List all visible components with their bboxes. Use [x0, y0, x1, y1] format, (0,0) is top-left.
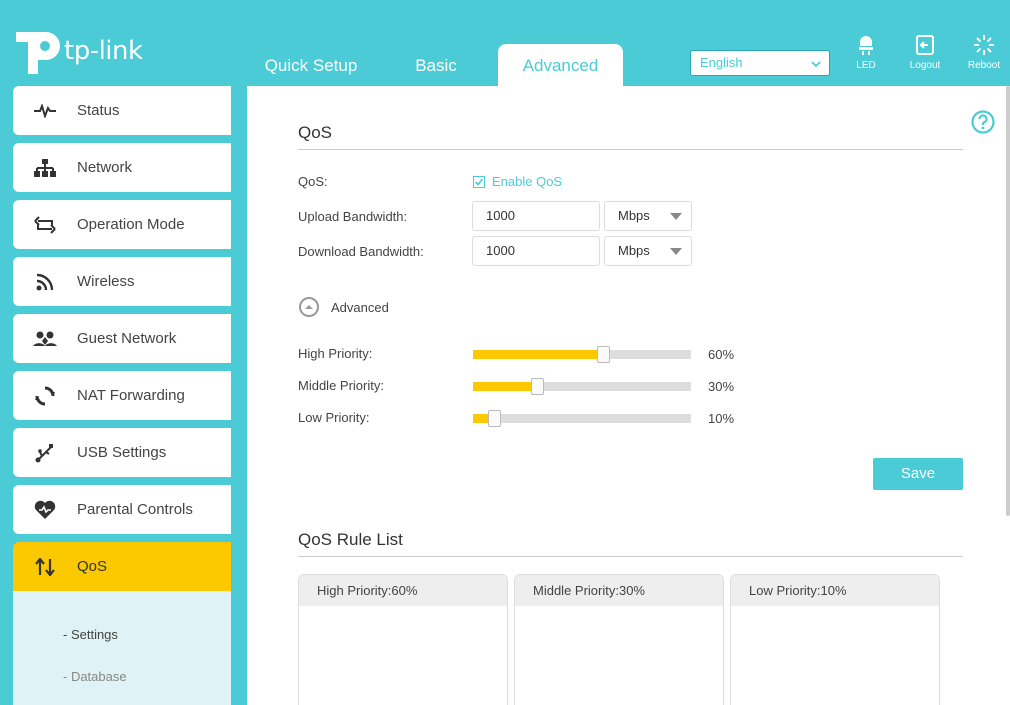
nat-forwarding-icon [13, 386, 77, 406]
enable-qos-checkbox[interactable]: Enable QoS [473, 174, 562, 189]
logo-text: tp-link [64, 36, 143, 66]
qos-label: QoS: [298, 174, 328, 189]
slider-handle[interactable] [597, 346, 610, 363]
slider-fill [473, 350, 604, 359]
upload-unit-value: Mbps [618, 208, 650, 223]
language-select[interactable]: English [690, 50, 830, 76]
help-icon[interactable] [971, 110, 995, 134]
tab-advanced[interactable]: Advanced [498, 44, 623, 86]
reboot-label: Reboot [967, 60, 1001, 71]
chevron-up-icon [299, 297, 319, 317]
panel-header: High Priority:60% [299, 575, 507, 606]
led-icon [859, 36, 873, 55]
middle-priority-slider[interactable] [473, 378, 691, 395]
middle-priority-panel: Middle Priority:30% [514, 574, 724, 705]
check-icon [474, 177, 484, 186]
sidebar-item-label: USB Settings [77, 444, 167, 461]
language-value: English [700, 55, 743, 70]
sidebar-item-label: Wireless [77, 273, 135, 290]
sidebar-item-label: Parental Controls [77, 501, 193, 518]
tab-quick-setup[interactable]: Quick Setup [250, 44, 372, 86]
sidebar-item-parental-controls[interactable]: Parental Controls [13, 485, 231, 534]
wireless-icon [13, 273, 77, 291]
high-priority-value: 60% [708, 347, 735, 362]
sidebar-item-qos[interactable]: QoS [13, 542, 231, 591]
sidebar-item-label: Status [77, 102, 120, 119]
download-bandwidth-label: Download Bandwidth: [298, 244, 424, 259]
slider-fill [473, 382, 538, 391]
logout-label: Logout [909, 60, 941, 71]
tab-basic[interactable]: Basic [398, 44, 474, 86]
low-priority-value: 10% [708, 411, 735, 426]
advanced-toggle[interactable]: Advanced [299, 297, 389, 317]
advanced-label: Advanced [331, 299, 389, 315]
submenu-item-settings[interactable]: - Settings [63, 627, 118, 642]
download-unit-select[interactable]: Mbps [604, 236, 692, 266]
logout-icon [916, 35, 934, 55]
upload-bandwidth-label: Upload Bandwidth: [298, 209, 408, 224]
main-content: QoS QoS: Enable QoS Upload Bandwidth: 10… [247, 86, 1010, 705]
dropdown-arrow-icon [670, 213, 682, 220]
network-icon [13, 158, 77, 177]
qos-section-title: QoS [298, 123, 333, 142]
high-priority-panel: High Priority:60% [298, 574, 508, 705]
panel-header: Middle Priority:30% [515, 575, 723, 606]
qos-rule-list-title: QoS Rule List [298, 530, 403, 549]
dropdown-arrow-icon [670, 248, 682, 255]
reboot-button[interactable]: Reboot [959, 34, 1009, 71]
upload-unit-select[interactable]: Mbps [604, 201, 692, 231]
middle-priority-label: Middle Priority: [298, 378, 384, 393]
scrollbar[interactable] [1006, 86, 1010, 516]
enable-qos-label: Enable QoS [492, 174, 563, 189]
status-icon [13, 103, 77, 118]
save-button[interactable]: Save [873, 458, 963, 490]
sidebar-item-wireless[interactable]: Wireless [13, 257, 231, 306]
sidebar-item-label: QoS [77, 558, 108, 575]
led-label: LED [856, 60, 876, 71]
header: tp-link Quick Setup Basic Advanced Engli… [0, 0, 1010, 86]
low-priority-label: Low Priority: [298, 410, 370, 425]
chevron-down-icon [811, 61, 821, 68]
sidebar: Status Network Operation Mode Wireless G… [0, 86, 247, 705]
reboot-icon [974, 35, 994, 55]
sidebar-item-status[interactable]: Status [13, 86, 231, 135]
submenu-item-database[interactable]: - Database [63, 669, 127, 684]
sidebar-item-guest-network[interactable]: Guest Network [13, 314, 231, 363]
upload-bandwidth-input[interactable]: 1000 [472, 201, 600, 231]
logout-button[interactable]: Logout [900, 34, 950, 71]
sidebar-item-label: Guest Network [77, 330, 177, 347]
middle-priority-value: 30% [708, 379, 735, 394]
panel-header: Low Priority:10% [731, 575, 939, 606]
qos-icon [13, 557, 77, 576]
high-priority-slider[interactable] [473, 346, 691, 363]
download-bandwidth-input[interactable]: 1000 [472, 236, 600, 266]
heart-icon [13, 500, 77, 520]
sidebar-item-label: Operation Mode [77, 216, 185, 233]
sidebar-item-network[interactable]: Network [13, 143, 231, 192]
sidebar-item-nat-forwarding[interactable]: NAT Forwarding [13, 371, 231, 420]
guest-network-icon [13, 331, 77, 347]
usb-icon [13, 443, 77, 463]
qos-submenu: - Settings - Database [13, 591, 231, 705]
slider-handle[interactable] [531, 378, 544, 395]
low-priority-panel: Low Priority:10% [730, 574, 940, 705]
sidebar-item-label: Network [77, 159, 133, 176]
slider-handle[interactable] [488, 410, 501, 427]
low-priority-slider[interactable] [473, 410, 691, 427]
sidebar-item-operation-mode[interactable]: Operation Mode [13, 200, 231, 249]
download-unit-value: Mbps [618, 243, 650, 258]
divider [298, 149, 963, 150]
led-button[interactable]: LED [841, 34, 891, 71]
checkbox-box [473, 175, 485, 188]
sidebar-item-label: NAT Forwarding [77, 387, 185, 404]
divider [298, 556, 963, 557]
sidebar-item-usb-settings[interactable]: USB Settings [13, 428, 231, 477]
high-priority-label: High Priority: [298, 346, 373, 361]
operation-mode-icon [13, 215, 77, 234]
